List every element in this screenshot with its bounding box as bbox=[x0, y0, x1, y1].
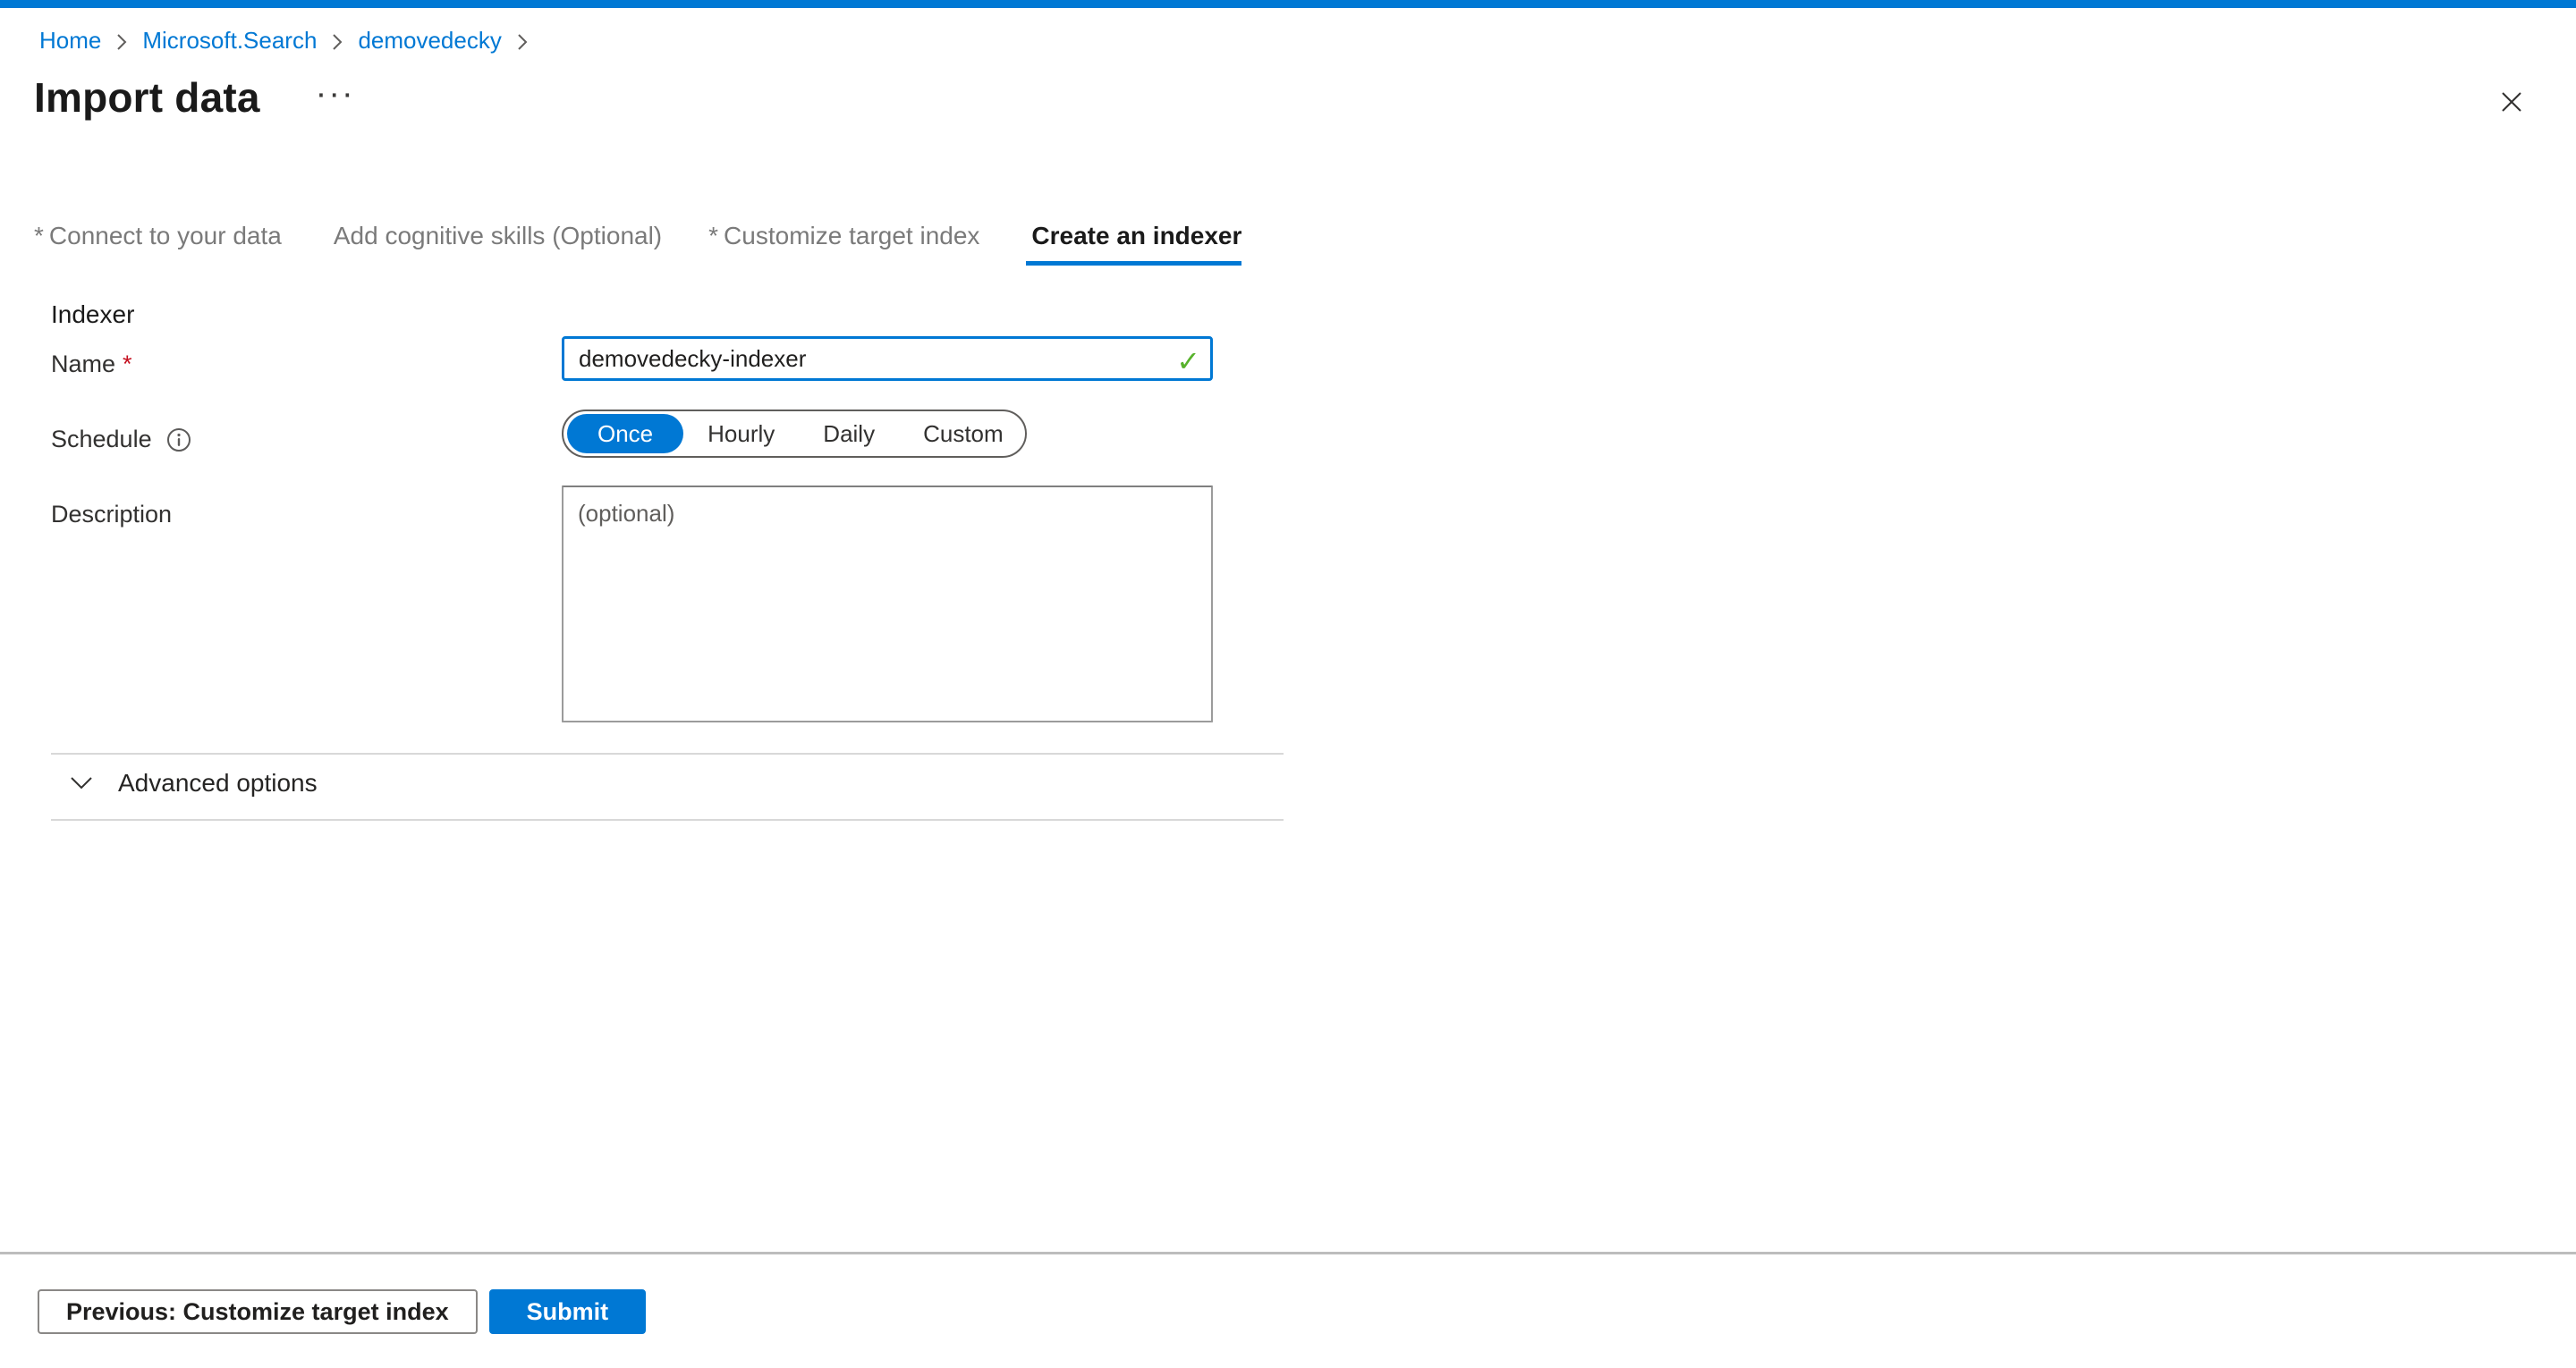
submit-button[interactable]: Submit bbox=[489, 1289, 647, 1334]
name-field-wrapper: ✓ bbox=[562, 336, 1213, 381]
schedule-option-daily[interactable]: Daily bbox=[799, 414, 899, 453]
schedule-option-once[interactable]: Once bbox=[567, 414, 683, 453]
tab-customize-target-index[interactable]: * Customize target index bbox=[708, 222, 979, 266]
schedule-label: Schedule bbox=[51, 426, 191, 453]
indexer-name-input[interactable] bbox=[562, 336, 1213, 381]
close-icon[interactable] bbox=[2494, 84, 2529, 120]
more-options-icon[interactable]: ··· bbox=[316, 77, 355, 111]
schedule-label-text: Schedule bbox=[51, 426, 152, 453]
advanced-options-label: Advanced options bbox=[118, 769, 318, 798]
tab-connect-to-your-data[interactable]: * Connect to your data bbox=[34, 222, 282, 266]
breadcrumb: Home Microsoft.Search demovedecky bbox=[39, 27, 530, 55]
page-title: Import data bbox=[34, 73, 260, 122]
breadcrumb-microsoft-search[interactable]: Microsoft.Search bbox=[142, 27, 317, 55]
tab-label: Customize target index bbox=[724, 222, 979, 250]
tab-label: Connect to your data bbox=[49, 222, 282, 250]
schedule-toggle-group: Once Hourly Daily Custom bbox=[562, 410, 1027, 458]
description-textarea[interactable] bbox=[562, 486, 1213, 722]
divider bbox=[51, 753, 1284, 755]
previous-button[interactable]: Previous: Customize target index bbox=[38, 1289, 478, 1334]
chevron-down-icon bbox=[68, 774, 95, 792]
tab-add-cognitive-skills[interactable]: Add cognitive skills (Optional) bbox=[328, 222, 662, 266]
name-label-text: Name bbox=[51, 350, 115, 377]
breadcrumb-demovedecky[interactable]: demovedecky bbox=[358, 27, 501, 55]
chevron-right-icon bbox=[515, 29, 530, 54]
name-label: Name * bbox=[51, 350, 132, 378]
tab-label: Create an indexer bbox=[1031, 222, 1241, 250]
chevron-right-icon bbox=[330, 29, 344, 54]
footer-actions: Previous: Customize target index Submit bbox=[38, 1289, 646, 1334]
wizard-tabs: * Connect to your data Add cognitive ski… bbox=[34, 222, 1241, 266]
tab-create-an-indexer[interactable]: Create an indexer bbox=[1026, 222, 1241, 266]
tab-required-marker: * bbox=[708, 222, 718, 250]
schedule-option-hourly[interactable]: Hourly bbox=[683, 414, 799, 453]
chevron-right-icon bbox=[114, 29, 129, 54]
indexer-section-title: Indexer bbox=[51, 300, 134, 329]
import-data-page: Home Microsoft.Search demovedecky Import… bbox=[0, 0, 2576, 1368]
required-asterisk: * bbox=[123, 350, 132, 377]
page-header: Import data ··· bbox=[34, 73, 355, 122]
divider bbox=[51, 819, 1284, 821]
portal-top-accent-bar bbox=[0, 0, 2576, 8]
breadcrumb-home[interactable]: Home bbox=[39, 27, 101, 55]
schedule-option-custom[interactable]: Custom bbox=[899, 414, 1028, 453]
info-icon[interactable] bbox=[166, 427, 191, 452]
tab-label: Add cognitive skills (Optional) bbox=[334, 222, 662, 250]
footer-divider bbox=[0, 1252, 2576, 1254]
description-label: Description bbox=[51, 501, 172, 528]
advanced-options-toggle[interactable]: Advanced options bbox=[68, 769, 318, 798]
tab-required-marker: * bbox=[34, 222, 44, 250]
